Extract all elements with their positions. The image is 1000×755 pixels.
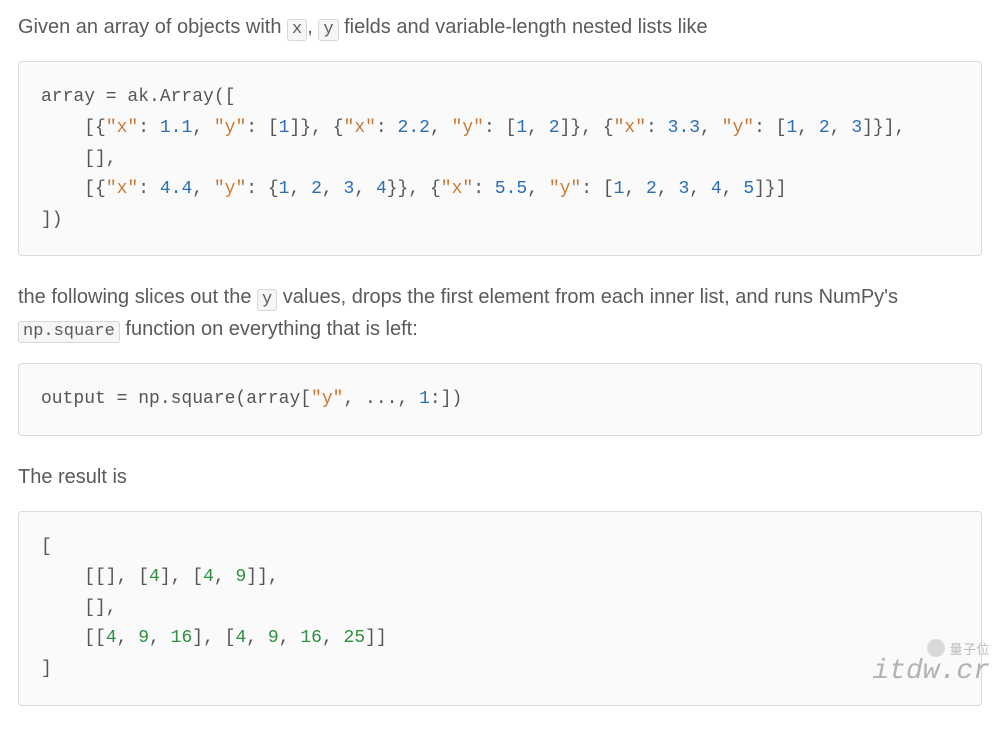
code: [ [[], [4], [4, 9]], [], [[4, 9, 16], [4… [41,532,959,685]
text: the following slices out the [18,286,257,308]
paragraph-intro: Given an array of objects with x, y fiel… [18,12,982,43]
text: values, drops the first element from eac… [277,286,898,308]
text: , [307,16,318,38]
document-body: Given an array of objects with x, y fiel… [0,0,1000,755]
inline-code-y: y [318,19,338,41]
code: output = np.square(array["y", ..., 1:]) [41,384,959,415]
inline-code-y2: y [257,289,277,311]
code-block-output-expr: output = np.square(array["y", ..., 1:]) [18,363,982,436]
code: array = ak.Array([ [{"x": 1.1, "y": [1]}… [41,82,959,235]
paragraph-slice: the following slices out the y values, d… [18,282,982,345]
text: fields and variable-length nested lists … [339,16,708,38]
paragraph-result: The result is [18,462,982,493]
inline-code-npsquare: np.square [18,321,120,343]
code-block-result: [ [[], [4], [4, 9]], [], [[4, 9, 16], [4… [18,511,982,706]
text: function on everything that is left: [120,318,418,340]
inline-code-x: x [287,19,307,41]
code-block-array: array = ak.Array([ [{"x": 1.1, "y": [1]}… [18,61,982,256]
text: Given an array of objects with [18,16,287,38]
